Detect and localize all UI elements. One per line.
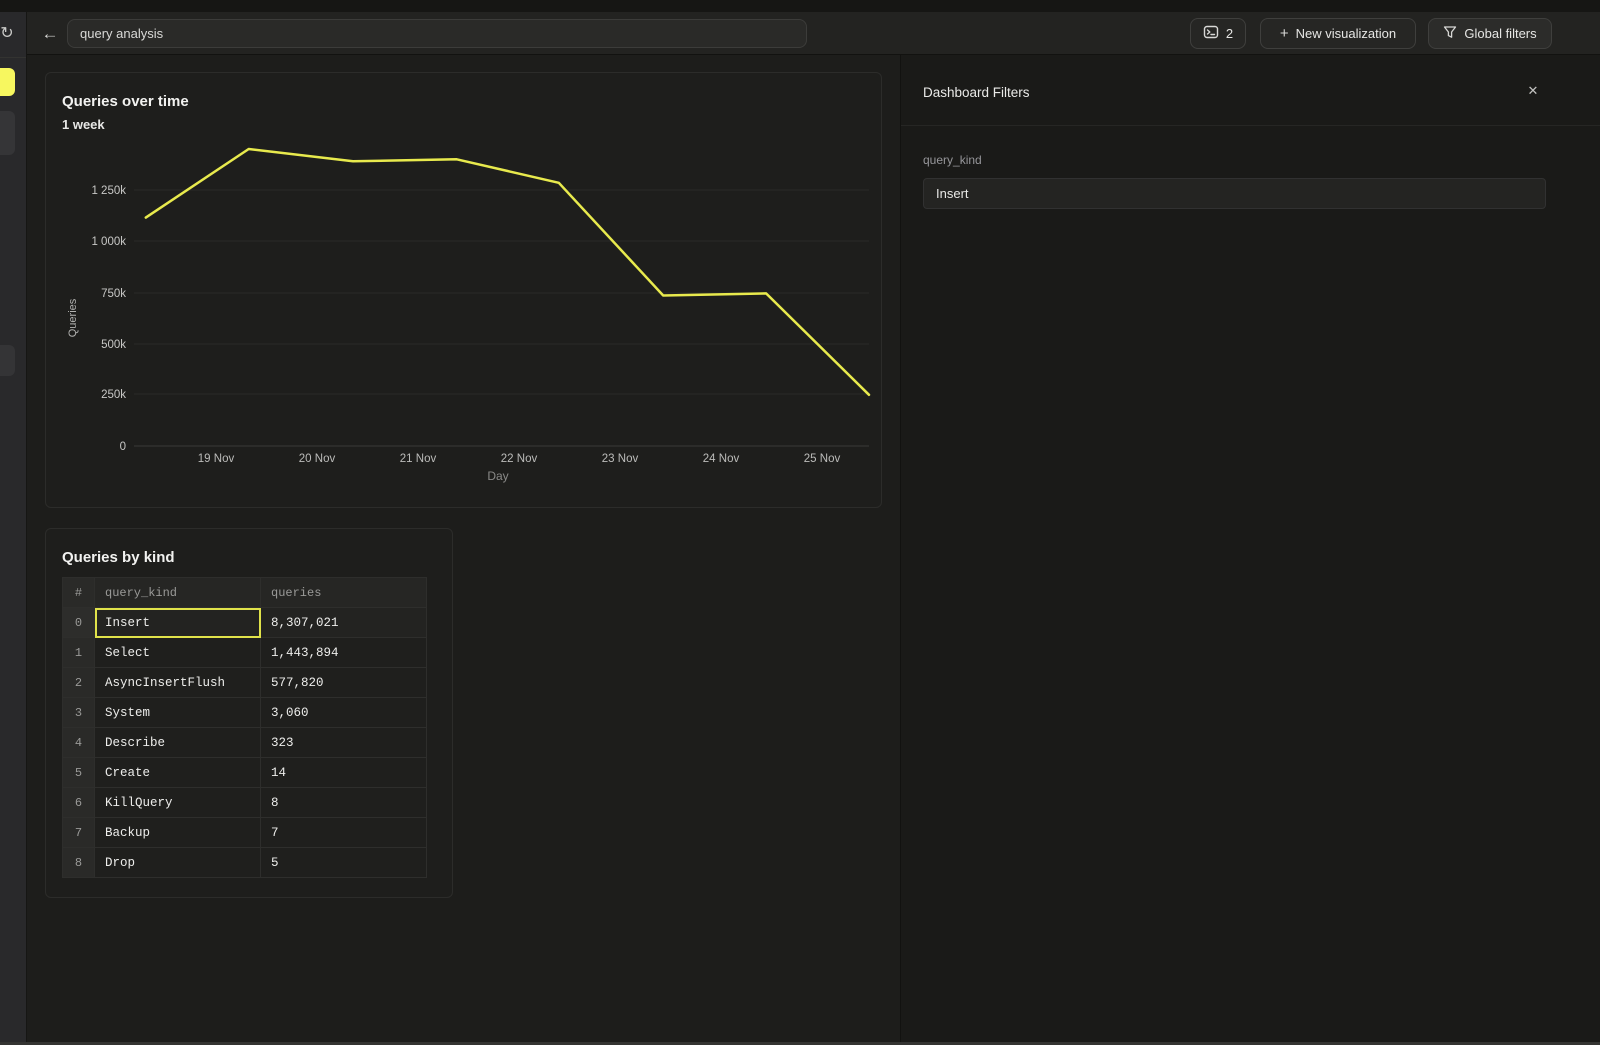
cell-queries[interactable]: 14 <box>261 758 427 788</box>
sidebar-item[interactable] <box>0 111 15 155</box>
cell-queries[interactable]: 8,307,021 <box>261 608 427 638</box>
new-visualization-label: New visualization <box>1296 26 1396 41</box>
row-index: 7 <box>63 818 95 848</box>
cell-query-kind[interactable]: Describe <box>95 728 261 758</box>
cell-queries[interactable]: 8 <box>261 788 427 818</box>
cell-query-kind[interactable]: AsyncInsertFlush <box>95 668 261 698</box>
sidebar-divider <box>0 57 26 58</box>
table-row: 8 Drop 5 <box>63 848 427 878</box>
table-title: Queries by kind <box>62 549 175 566</box>
dashboard-filters-panel: Dashboard Filters ✕ query_kind <box>900 55 1600 1045</box>
queries-by-kind-table: # query_kind queries 0 Insert 8,307,021 … <box>62 577 427 878</box>
table-row: 4 Describe 323 <box>63 728 427 758</box>
column-header-query-kind: query_kind <box>95 578 261 608</box>
row-index: 0 <box>63 608 95 638</box>
console-icon <box>1203 24 1219 43</box>
cell-query-kind[interactable]: System <box>95 698 261 728</box>
svg-text:750k: 750k <box>101 288 126 300</box>
svg-text:25 Nov: 25 Nov <box>804 453 841 465</box>
close-icon[interactable]: ✕ <box>1523 81 1543 101</box>
cell-queries[interactable]: 3,060 <box>261 698 427 728</box>
column-header-queries: queries <box>261 578 427 608</box>
queries-by-kind-card: Queries by kind # query_kind queries 0 I… <box>45 528 453 898</box>
table-row: 3 System 3,060 <box>63 698 427 728</box>
table-row: 1 Select 1,443,894 <box>63 638 427 668</box>
cell-query-kind[interactable]: Drop <box>95 848 261 878</box>
left-sidebar: ↻ <box>0 12 27 1045</box>
queries-over-time-card: Queries over time 1 week 1 250k 1 000k 7… <box>45 72 882 508</box>
svg-text:24 Nov: 24 Nov <box>703 453 740 465</box>
filter-field-label: query_kind <box>923 153 982 167</box>
x-axis-label: Day <box>487 469 508 483</box>
svg-text:20 Nov: 20 Nov <box>299 453 336 465</box>
funnel-icon <box>1443 25 1457 42</box>
svg-text:250k: 250k <box>101 389 126 401</box>
row-index: 4 <box>63 728 95 758</box>
table-row: 7 Backup 7 <box>63 818 427 848</box>
cell-query-kind[interactable]: Backup <box>95 818 261 848</box>
console-count: 2 <box>1226 26 1233 41</box>
queries-line <box>146 149 869 395</box>
panel-divider <box>901 125 1600 126</box>
cell-query-kind[interactable]: Select <box>95 638 261 668</box>
x-axis-ticks: 19 Nov 20 Nov 21 Nov 22 Nov 23 Nov 24 No… <box>198 453 841 465</box>
svg-text:1 250k: 1 250k <box>91 185 126 197</box>
cell-queries[interactable]: 5 <box>261 848 427 878</box>
table-row: 6 KillQuery 8 <box>63 788 427 818</box>
console-count-button[interactable]: 2 <box>1190 18 1246 49</box>
svg-text:23 Nov: 23 Nov <box>602 453 639 465</box>
svg-text:500k: 500k <box>101 339 126 351</box>
row-index: 3 <box>63 698 95 728</box>
new-visualization-button[interactable]: + New visualization <box>1260 18 1416 49</box>
sidebar-item[interactable] <box>0 345 15 376</box>
row-index: 8 <box>63 848 95 878</box>
table-row: 0 Insert 8,307,021 <box>63 608 427 638</box>
cell-queries[interactable]: 577,820 <box>261 668 427 698</box>
queries-line-chart: 1 250k 1 000k 750k 500k 250k 0 19 Nov 20… <box>46 139 883 495</box>
y-axis-label: Queries <box>67 298 79 337</box>
filters-panel-title: Dashboard Filters <box>923 85 1030 100</box>
query-kind-filter-input[interactable] <box>923 178 1546 209</box>
svg-text:19 Nov: 19 Nov <box>198 453 235 465</box>
row-index: 1 <box>63 638 95 668</box>
cell-queries[interactable]: 7 <box>261 818 427 848</box>
table-row: 2 AsyncInsertFlush 577,820 <box>63 668 427 698</box>
cell-query-kind[interactable]: Create <box>95 758 261 788</box>
plus-icon: + <box>1280 25 1289 42</box>
chart-title: Queries over time <box>62 93 189 110</box>
history-icon[interactable]: ↻ <box>0 22 19 46</box>
back-arrow-icon[interactable]: ← <box>37 21 63 47</box>
row-index: 2 <box>63 668 95 698</box>
chart-subtitle: 1 week <box>62 117 105 132</box>
svg-text:0: 0 <box>120 441 126 453</box>
y-axis-ticks: 1 250k 1 000k 750k 500k 250k 0 <box>91 185 126 453</box>
cell-query-kind[interactable]: KillQuery <box>95 788 261 818</box>
sidebar-item-active[interactable] <box>0 68 15 96</box>
dashboard-title-input[interactable] <box>67 19 807 48</box>
table-header-row: # query_kind queries <box>63 578 427 608</box>
svg-text:1 000k: 1 000k <box>91 236 126 248</box>
chart-gridlines <box>134 190 869 394</box>
cell-queries[interactable]: 1,443,894 <box>261 638 427 668</box>
table-row: 5 Create 14 <box>63 758 427 788</box>
row-index: 5 <box>63 758 95 788</box>
row-index: 6 <box>63 788 95 818</box>
toolbar: ← 2 + New visualization Global filters <box>27 12 1600 55</box>
global-filters-label: Global filters <box>1464 26 1536 41</box>
column-header-index: # <box>63 578 95 608</box>
cell-queries[interactable]: 323 <box>261 728 427 758</box>
global-filters-button[interactable]: Global filters <box>1428 18 1552 49</box>
cell-query-kind-selected[interactable]: Insert <box>95 608 261 638</box>
main-content: Queries over time 1 week 1 250k 1 000k 7… <box>27 55 900 1045</box>
svg-text:22 Nov: 22 Nov <box>501 453 538 465</box>
svg-text:21 Nov: 21 Nov <box>400 453 437 465</box>
